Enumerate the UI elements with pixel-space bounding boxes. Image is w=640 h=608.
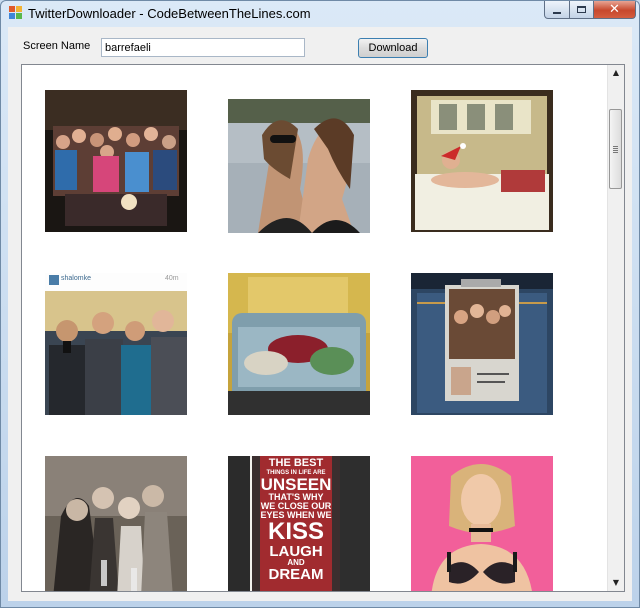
photo-gallery-panel[interactable]: shalomke 40m THE BEST THINGS IN LIFE ARE… (21, 64, 625, 592)
photo-thumbnail-2[interactable] (228, 99, 370, 233)
group-party-photo (45, 90, 187, 232)
quote-line: THE BEST (268, 457, 324, 469)
photo-thumbnail-9[interactable] (411, 456, 553, 591)
close-button[interactable]: ✕ (594, 1, 636, 19)
photo-thumbnail-1[interactable] (45, 90, 187, 232)
minimize-icon (553, 11, 561, 14)
vertical-scrollbar[interactable]: ▲ ▼ (607, 65, 624, 591)
instagram-username: shalomke (61, 275, 91, 282)
santa-hat-bed-photo (411, 90, 553, 232)
lingerie-portrait-photo (411, 456, 553, 591)
app-window: TwitterDownloader - CodeBetweenTheLines.… (0, 0, 640, 608)
instagram-timestamp: 40m (165, 275, 179, 282)
scrollbar-thumb[interactable] (609, 109, 622, 189)
friends-dinner-photo (45, 456, 187, 591)
maximize-icon (577, 6, 586, 13)
screen-name-label: Screen Name (23, 40, 91, 52)
scroll-up-button[interactable]: ▲ (608, 65, 624, 81)
instagram-group-selfie-photo (45, 273, 187, 415)
download-button[interactable]: Download (358, 38, 428, 58)
photo-thumbnail-8[interactable]: THE BEST THINGS IN LIFE ARE UNSEEN THAT'… (228, 456, 370, 591)
quote-line: UNSEEN (260, 475, 332, 494)
quote-line: DREAM (268, 566, 324, 583)
minimize-button[interactable] (544, 1, 570, 19)
beach-selfie-photo (228, 99, 370, 233)
screen-name-input[interactable]: barrefaeli (101, 38, 305, 57)
photo-thumbnail-3[interactable] (411, 90, 553, 232)
photo-thumbnail-6[interactable] (411, 273, 553, 415)
photo-thumbnail-7[interactable] (45, 456, 187, 591)
close-icon: ✕ (609, 2, 620, 17)
quote-poster-text: THE BEST THINGS IN LIFE ARE UNSEEN THAT'… (260, 457, 332, 583)
photo-thumbnail-4[interactable]: shalomke 40m (45, 273, 187, 415)
photo-thumbnail-5[interactable] (228, 273, 370, 415)
window-title: TwitterDownloader - CodeBetweenTheLines.… (28, 6, 311, 21)
title-bar[interactable]: TwitterDownloader - CodeBetweenTheLines.… (1, 1, 639, 27)
jeans-pocket-badge-photo (411, 273, 553, 415)
quote-line: LAUGH (269, 543, 323, 560)
quote-line: KISS (267, 518, 324, 545)
maximize-button[interactable] (570, 1, 594, 19)
app-icon (9, 6, 23, 20)
couch-blankets-photo (228, 273, 370, 415)
scroll-down-button[interactable]: ▼ (608, 575, 624, 591)
arrow-down-icon: ▼ (612, 578, 620, 587)
client-area: Screen Name barrefaeli Download shalomke… (8, 27, 632, 601)
arrow-up-icon: ▲ (612, 68, 620, 77)
